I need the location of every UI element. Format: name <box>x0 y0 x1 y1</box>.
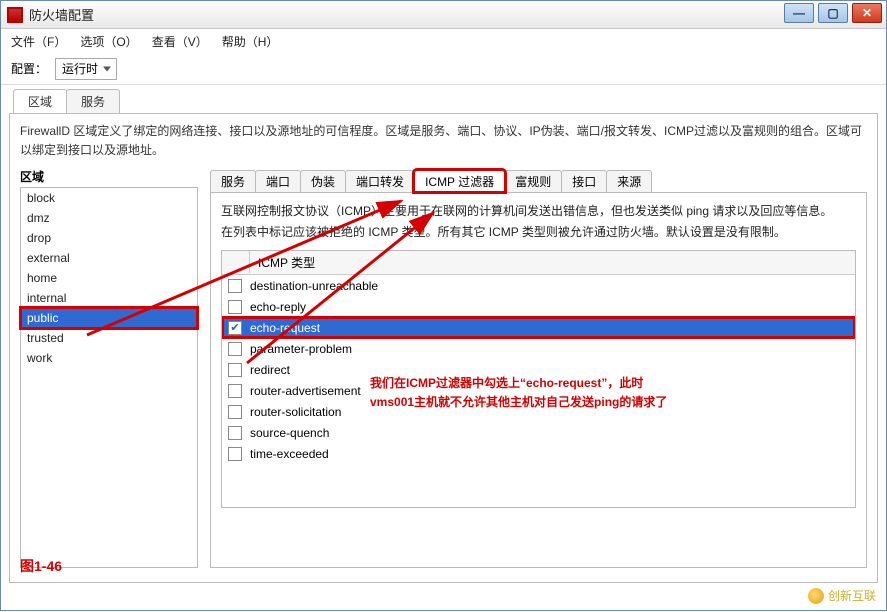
firewall-icon <box>7 7 23 23</box>
maximize-button[interactable]: ▢ <box>818 3 848 23</box>
icmp-checkbox-destination-unreachable[interactable] <box>228 279 242 293</box>
icmp-label-parameter-problem: parameter-problem <box>250 342 352 356</box>
icmp-checkbox-echo-request[interactable]: ✔ <box>228 321 242 335</box>
upper-tabs: 区域 服务 <box>1 85 886 113</box>
zone-item-work[interactable]: work <box>21 348 197 368</box>
watermark-icon <box>808 588 824 604</box>
icmp-desc-2: 在列表中标记应该被拒绝的 ICMP 类型。所有其它 ICMP 类型则被允许通过防… <box>221 222 856 242</box>
subtab-富规则[interactable]: 富规则 <box>504 170 562 192</box>
menu-file[interactable]: 文件（F） <box>11 33 66 50</box>
icmp-label-router-solicitation: router-solicitation <box>250 405 341 419</box>
icmp-label-echo-request: echo-request <box>250 321 320 335</box>
zone-list[interactable]: blockdmzdropexternalhomeinternalpublictr… <box>20 187 198 568</box>
menubar: 文件（F） 选项（O） 查看（V） 帮助（H） <box>1 29 886 53</box>
close-button[interactable]: ✕ <box>852 3 882 23</box>
zone-description: FirewallD 区域定义了绑定的网络连接、接口以及源地址的可信程度。区域是服… <box>20 122 867 160</box>
watermark-text: 创新互联 <box>828 587 876 604</box>
config-select-value: 运行时 <box>62 60 98 77</box>
zone-item-trusted[interactable]: trusted <box>21 328 197 348</box>
icmp-checkbox-redirect[interactable] <box>228 363 242 377</box>
subtab-服务[interactable]: 服务 <box>210 170 256 192</box>
icmp-row-echo-request[interactable]: ✔ echo-request <box>222 317 855 338</box>
subtab-ICMP 过滤器[interactable]: ICMP 过滤器 <box>414 170 505 192</box>
zone-item-external[interactable]: external <box>21 248 197 268</box>
icmp-label-time-exceeded: time-exceeded <box>250 447 329 461</box>
annotation-text: 我们在ICMP过滤器中勾选上“echo-request”，此时 vms001主机… <box>370 374 667 412</box>
menu-view[interactable]: 查看（V） <box>152 33 208 50</box>
icmp-checkbox-source-quench[interactable] <box>228 426 242 440</box>
menu-options[interactable]: 选项（O） <box>80 33 137 50</box>
zone-item-dmz[interactable]: dmz <box>21 208 197 228</box>
icmp-label-destination-unreachable: destination-unreachable <box>250 279 378 293</box>
zone-item-drop[interactable]: drop <box>21 228 197 248</box>
icmp-row-time-exceeded[interactable]: time-exceeded <box>222 443 855 464</box>
icmp-checkbox-parameter-problem[interactable] <box>228 342 242 356</box>
subtab-接口[interactable]: 接口 <box>561 170 607 192</box>
icmp-label-redirect: redirect <box>250 363 290 377</box>
icmp-checkbox-router-advertisement[interactable] <box>228 384 242 398</box>
zones-heading: 区域 <box>20 168 198 185</box>
icmp-checkbox-time-exceeded[interactable] <box>228 447 242 461</box>
figure-label: 图1-46 <box>20 556 62 576</box>
zone-item-public[interactable]: public <box>21 308 197 328</box>
subtab-端口[interactable]: 端口 <box>255 170 301 192</box>
icmp-checkbox-col <box>222 251 250 273</box>
icmp-label-router-advertisement: router-advertisement <box>250 384 361 398</box>
window-title: 防火墙配置 <box>29 5 94 24</box>
zone-item-home[interactable]: home <box>21 268 197 288</box>
menu-help[interactable]: 帮助（H） <box>222 33 279 50</box>
icmp-desc-1: 互联网控制报文协议（ICMP）主要用于在联网的计算机间发送出错信息，但也发送类似… <box>221 201 856 221</box>
main-panel: FirewallD 区域定义了绑定的网络连接、接口以及源地址的可信程度。区域是服… <box>9 113 878 583</box>
icmp-label-source-quench: source-quench <box>250 426 329 440</box>
tab-zones[interactable]: 区域 <box>13 89 67 113</box>
icmp-label-echo-reply: echo-reply <box>250 300 306 314</box>
minimize-button[interactable]: — <box>784 3 814 23</box>
tab-services[interactable]: 服务 <box>66 89 120 113</box>
config-select[interactable]: 运行时 <box>55 58 117 80</box>
annotation-line-1: 我们在ICMP过滤器中勾选上“echo-request”，此时 <box>370 374 667 393</box>
subtab-端口转发[interactable]: 端口转发 <box>345 170 415 192</box>
icmp-row-source-quench[interactable]: source-quench <box>222 422 855 443</box>
icmp-row-destination-unreachable[interactable]: destination-unreachable <box>222 275 855 296</box>
icmp-col-header: ICMP 类型 <box>250 251 323 274</box>
icmp-row-echo-reply[interactable]: echo-reply <box>222 296 855 317</box>
icmp-checkbox-router-solicitation[interactable] <box>228 405 242 419</box>
config-label: 配置： <box>11 60 47 77</box>
annotation-line-2: vms001主机就不允许其他主机对自己发送ping的请求了 <box>370 393 667 412</box>
subtab-伪装[interactable]: 伪装 <box>300 170 346 192</box>
toolbar: 配置： 运行时 <box>1 53 886 85</box>
icmp-checkbox-echo-reply[interactable] <box>228 300 242 314</box>
watermark: 创新互联 <box>808 587 876 604</box>
icmp-table-head: ICMP 类型 <box>222 251 855 275</box>
icmp-row-parameter-problem[interactable]: parameter-problem <box>222 338 855 359</box>
zone-item-block[interactable]: block <box>21 188 197 208</box>
titlebar: 防火墙配置 — ▢ ✕ <box>1 1 886 29</box>
subtab-来源[interactable]: 来源 <box>606 170 652 192</box>
zone-item-internal[interactable]: internal <box>21 288 197 308</box>
sub-tabs: 服务端口伪装端口转发ICMP 过滤器富规则接口来源 <box>210 168 867 192</box>
